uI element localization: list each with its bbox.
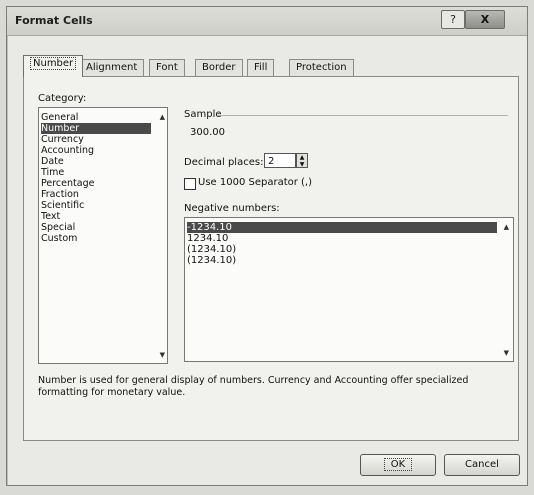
- help-button[interactable]: ?: [441, 10, 465, 29]
- negative-numbers-list[interactable]: -1234.10 1234.10 (1234.10) (1234.10) ▲ ▼: [184, 217, 514, 362]
- sample-divider: [218, 115, 508, 116]
- title-bar: Format Cells ? X: [7, 7, 527, 36]
- category-item[interactable]: General: [41, 112, 151, 123]
- category-item[interactable]: Special: [41, 222, 151, 233]
- category-list[interactable]: General Number Currency Accounting Date …: [38, 107, 168, 364]
- negative-number-item-selected[interactable]: -1234.10: [187, 222, 497, 233]
- cancel-button[interactable]: Cancel: [444, 454, 520, 476]
- negative-number-item[interactable]: 1234.10: [187, 233, 497, 244]
- tab-number[interactable]: Number: [23, 55, 84, 77]
- ok-button-label: OK: [383, 458, 413, 471]
- decimal-places-spinner[interactable]: ▲ ▼: [296, 153, 308, 168]
- tab-border[interactable]: Border: [195, 59, 243, 76]
- category-item[interactable]: Currency: [41, 134, 151, 145]
- tab-number-label: Number: [30, 57, 77, 70]
- negative-numbers-label: Negative numbers:: [184, 203, 280, 214]
- dialog-title: Format Cells: [15, 14, 93, 27]
- category-item[interactable]: Scientific: [41, 200, 151, 211]
- category-item[interactable]: Accounting: [41, 145, 151, 156]
- decimal-places-label: Decimal places:: [184, 157, 264, 168]
- use-1000-separator-checkbox[interactable]: [184, 178, 196, 190]
- decimal-places-input[interactable]: 2: [264, 153, 296, 168]
- number-tab-panel: Category: General Number Currency Accoun…: [23, 76, 519, 441]
- category-item[interactable]: Fraction: [41, 189, 151, 200]
- category-item[interactable]: Custom: [41, 233, 151, 244]
- scroll-up-arrow-icon[interactable]: ▲: [160, 113, 165, 121]
- format-cells-dialog: Format Cells ? X Number Alignment Font B…: [6, 6, 528, 486]
- tab-font[interactable]: Font: [149, 59, 185, 76]
- neg-scroll-up-arrow-icon[interactable]: ▲: [504, 223, 509, 231]
- negative-number-item[interactable]: (1234.10): [187, 244, 497, 255]
- category-label: Category:: [38, 93, 87, 104]
- category-item[interactable]: Text: [41, 211, 151, 222]
- category-item[interactable]: Percentage: [41, 178, 151, 189]
- sample-label: Sample: [184, 109, 222, 120]
- scroll-down-arrow-icon[interactable]: ▼: [160, 351, 165, 359]
- category-item[interactable]: Date: [41, 156, 151, 167]
- category-item-selected[interactable]: Number: [41, 123, 151, 134]
- sample-value: 300.00: [190, 127, 225, 138]
- tab-alignment[interactable]: Alignment: [79, 59, 145, 76]
- ok-button[interactable]: OK: [360, 454, 436, 476]
- neg-scroll-down-arrow-icon[interactable]: ▼: [504, 349, 509, 357]
- use-1000-separator-label: Use 1000 Separator (,): [198, 177, 313, 188]
- category-item[interactable]: Time: [41, 167, 151, 178]
- tab-protection[interactable]: Protection: [289, 59, 354, 76]
- negative-number-item[interactable]: (1234.10): [187, 255, 497, 266]
- format-description: Number is used for general display of nu…: [38, 375, 469, 398]
- tab-strip: Number Alignment Font Border Fill Protec…: [23, 55, 503, 77]
- tab-fill[interactable]: Fill: [247, 59, 275, 76]
- close-button[interactable]: X: [465, 10, 505, 29]
